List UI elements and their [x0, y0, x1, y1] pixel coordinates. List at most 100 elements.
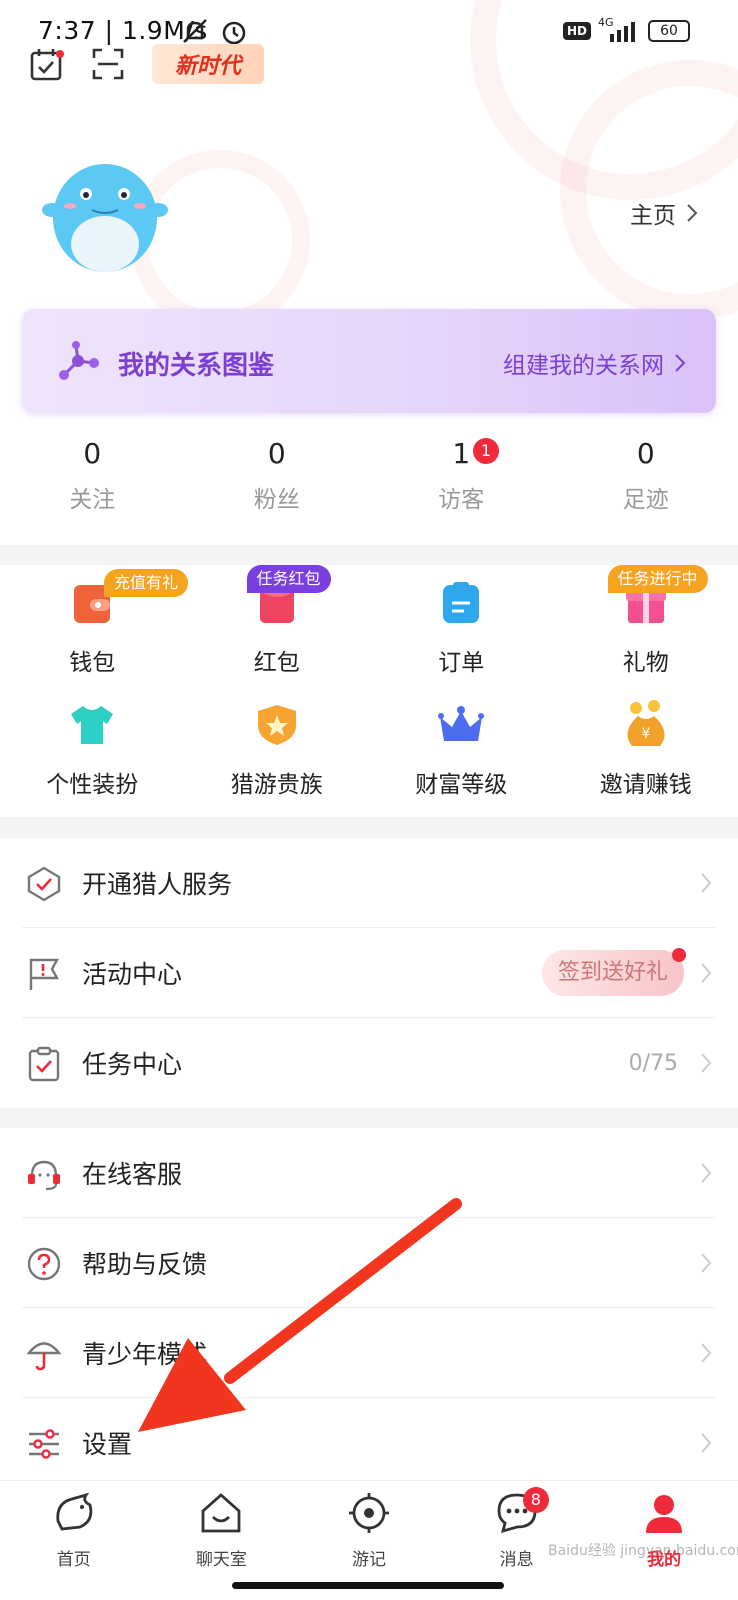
grid-item-label: 猎游贵族 — [230, 772, 323, 798]
calendar-check-icon — [30, 49, 64, 81]
stat-label: 访客 — [438, 487, 485, 513]
list-item-help-feedback[interactable]: 帮助与反馈 — [0, 1218, 738, 1308]
stat-footprints[interactable]: 0 足迹 — [554, 434, 738, 514]
list-item-settings[interactable]: 设置 — [0, 1398, 738, 1488]
noble-badge-icon — [257, 705, 296, 745]
list-item-label: 帮助与反馈 — [82, 1250, 208, 1279]
grid-item-dress-up[interactable]: 个性装扮 — [0, 701, 185, 799]
battery-level: 60 — [660, 23, 678, 39]
mute-icon — [183, 19, 207, 43]
grid-item-invite[interactable]: ¥ 邀请赚钱 — [554, 700, 738, 799]
tshirt-icon — [71, 706, 114, 744]
grid-item-label: 礼物 — [622, 650, 669, 676]
list-item-label: 青少年模式 — [82, 1340, 208, 1369]
watermark: Baidu经验 jingyan.baidu.com — [548, 1543, 738, 1559]
tab-home[interactable]: 首页 — [0, 1481, 148, 1570]
stats-row: 0 关注 0 粉丝 1 访客 1 0 足迹 — [0, 434, 738, 514]
avatar[interactable] — [42, 158, 168, 274]
notification-dot — [672, 948, 686, 962]
checkin-calendar-button[interactable] — [26, 44, 66, 84]
list-item-youth-mode[interactable]: 青少年模式 — [0, 1308, 738, 1398]
home-indicator[interactable] — [232, 1582, 504, 1589]
signal-icon — [610, 22, 635, 42]
chevron-right-icon — [701, 1253, 712, 1273]
homepage-link[interactable]: 主页 — [630, 196, 698, 230]
grid-item-label: 个性装扮 — [46, 772, 139, 798]
grid-item-label: 财富等级 — [415, 772, 508, 798]
alarm-icon — [222, 21, 246, 45]
homepage-label: 主页 — [630, 203, 676, 229]
grid-item-gifts[interactable]: 礼物 任务进行中 — [554, 565, 738, 677]
order-icon — [443, 582, 480, 623]
stat-label: 关注 — [69, 487, 116, 513]
relation-graph-icon — [59, 341, 99, 380]
stat-value: 0 — [636, 437, 655, 470]
tab-label: 游记 — [351, 1550, 386, 1570]
grid-item-noble[interactable]: 猎游贵族 — [185, 701, 370, 799]
list-item-label: 设置 — [82, 1430, 133, 1459]
services-list: 开通猎人服务 活动中心 签到送好礼 任务中心 0/75 — [0, 838, 738, 1108]
stat-fans[interactable]: 0 粉丝 — [185, 434, 370, 514]
relationship-title: 我的关系图鉴 — [118, 351, 275, 381]
brand-badge[interactable]: 新时代 — [152, 44, 264, 84]
list-item-label: 在线客服 — [82, 1160, 183, 1189]
home-icon — [56, 1492, 93, 1531]
tab-travel-notes[interactable]: 游记 — [295, 1481, 443, 1570]
stat-value: 0 — [267, 437, 286, 470]
target-icon — [348, 1493, 389, 1533]
relationship-link[interactable]: 组建我的关系网 — [503, 346, 686, 380]
task-progress: 0/75 — [628, 1050, 678, 1076]
stat-value: 1 — [452, 437, 471, 470]
chatroom-icon — [201, 1493, 241, 1533]
battery-icon: 60 — [648, 20, 690, 42]
feature-grid: 钱包 充值有礼 红包 任务红包 订单 礼物 任务进行中 个性装扮 猎游贵族 财富… — [0, 565, 738, 817]
stat-visitors[interactable]: 1 访客 1 — [369, 434, 554, 514]
clipboard-check-icon — [28, 1046, 60, 1082]
relationship-card[interactable]: 我的关系图鉴 组建我的关系网 — [22, 309, 716, 413]
list-item-online-service[interactable]: 在线客服 — [0, 1128, 738, 1218]
promo-tag: 任务进行中 — [607, 565, 708, 593]
chevron-right-icon — [701, 963, 712, 983]
svg-text:¥: ¥ — [641, 726, 650, 742]
chevron-right-icon — [701, 873, 712, 893]
list-item-label: 开通猎人服务 — [82, 870, 233, 899]
list-item-hunter-service[interactable]: 开通猎人服务 — [0, 838, 738, 928]
tab-chatroom[interactable]: 聊天室 — [148, 1481, 296, 1570]
help-icon — [27, 1247, 61, 1281]
chevron-right-icon — [701, 1163, 712, 1183]
grid-item-red-envelope[interactable]: 红包 任务红包 — [185, 565, 370, 677]
chevron-right-icon — [701, 1433, 712, 1453]
list-item-activity-center[interactable]: 活动中心 签到送好礼 — [0, 928, 738, 1018]
list-item-label: 活动中心 — [82, 960, 183, 989]
tab-label: 聊天室 — [195, 1550, 247, 1570]
grid-item-wealth-level[interactable]: 财富等级 — [369, 701, 554, 799]
grid-item-wallet[interactable]: 钱包 充值有礼 — [0, 569, 189, 677]
checkin-promo-pill[interactable]: 签到送好礼 — [541, 950, 684, 996]
money-bag-icon: ¥ — [627, 700, 665, 746]
message-badge: 8 — [522, 1487, 549, 1513]
tab-label: 首页 — [56, 1550, 91, 1570]
shield-check-icon — [27, 866, 61, 902]
hd-icon: HD — [563, 22, 592, 40]
stat-following[interactable]: 0 关注 — [0, 434, 185, 514]
chevron-right-icon — [701, 1053, 712, 1073]
grid-item-label: 钱包 — [69, 650, 116, 676]
stat-label: 粉丝 — [253, 487, 300, 513]
chevron-right-icon — [687, 204, 698, 222]
promo-tag: 任务红包 — [246, 565, 331, 593]
list-item-label: 任务中心 — [82, 1050, 183, 1079]
grid-item-label: 邀请赚钱 — [599, 772, 692, 798]
grid-item-orders[interactable]: 订单 — [369, 579, 554, 677]
settings-sliders-icon — [29, 1429, 59, 1459]
scan-button[interactable] — [88, 44, 128, 84]
umbrella-icon — [26, 1342, 62, 1371]
list-item-task-center[interactable]: 任务中心 0/75 — [0, 1018, 738, 1108]
visitor-badge: 1 — [473, 438, 499, 464]
chevron-right-icon — [701, 1343, 712, 1363]
crown-icon — [438, 706, 485, 741]
promo-tag: 充值有礼 — [104, 569, 189, 597]
grid-item-label: 订单 — [438, 650, 485, 676]
stat-label: 足迹 — [622, 487, 669, 513]
scan-icon — [92, 48, 124, 80]
support-list: 在线客服 帮助与反馈 青少年模式 设置 — [0, 1128, 738, 1488]
